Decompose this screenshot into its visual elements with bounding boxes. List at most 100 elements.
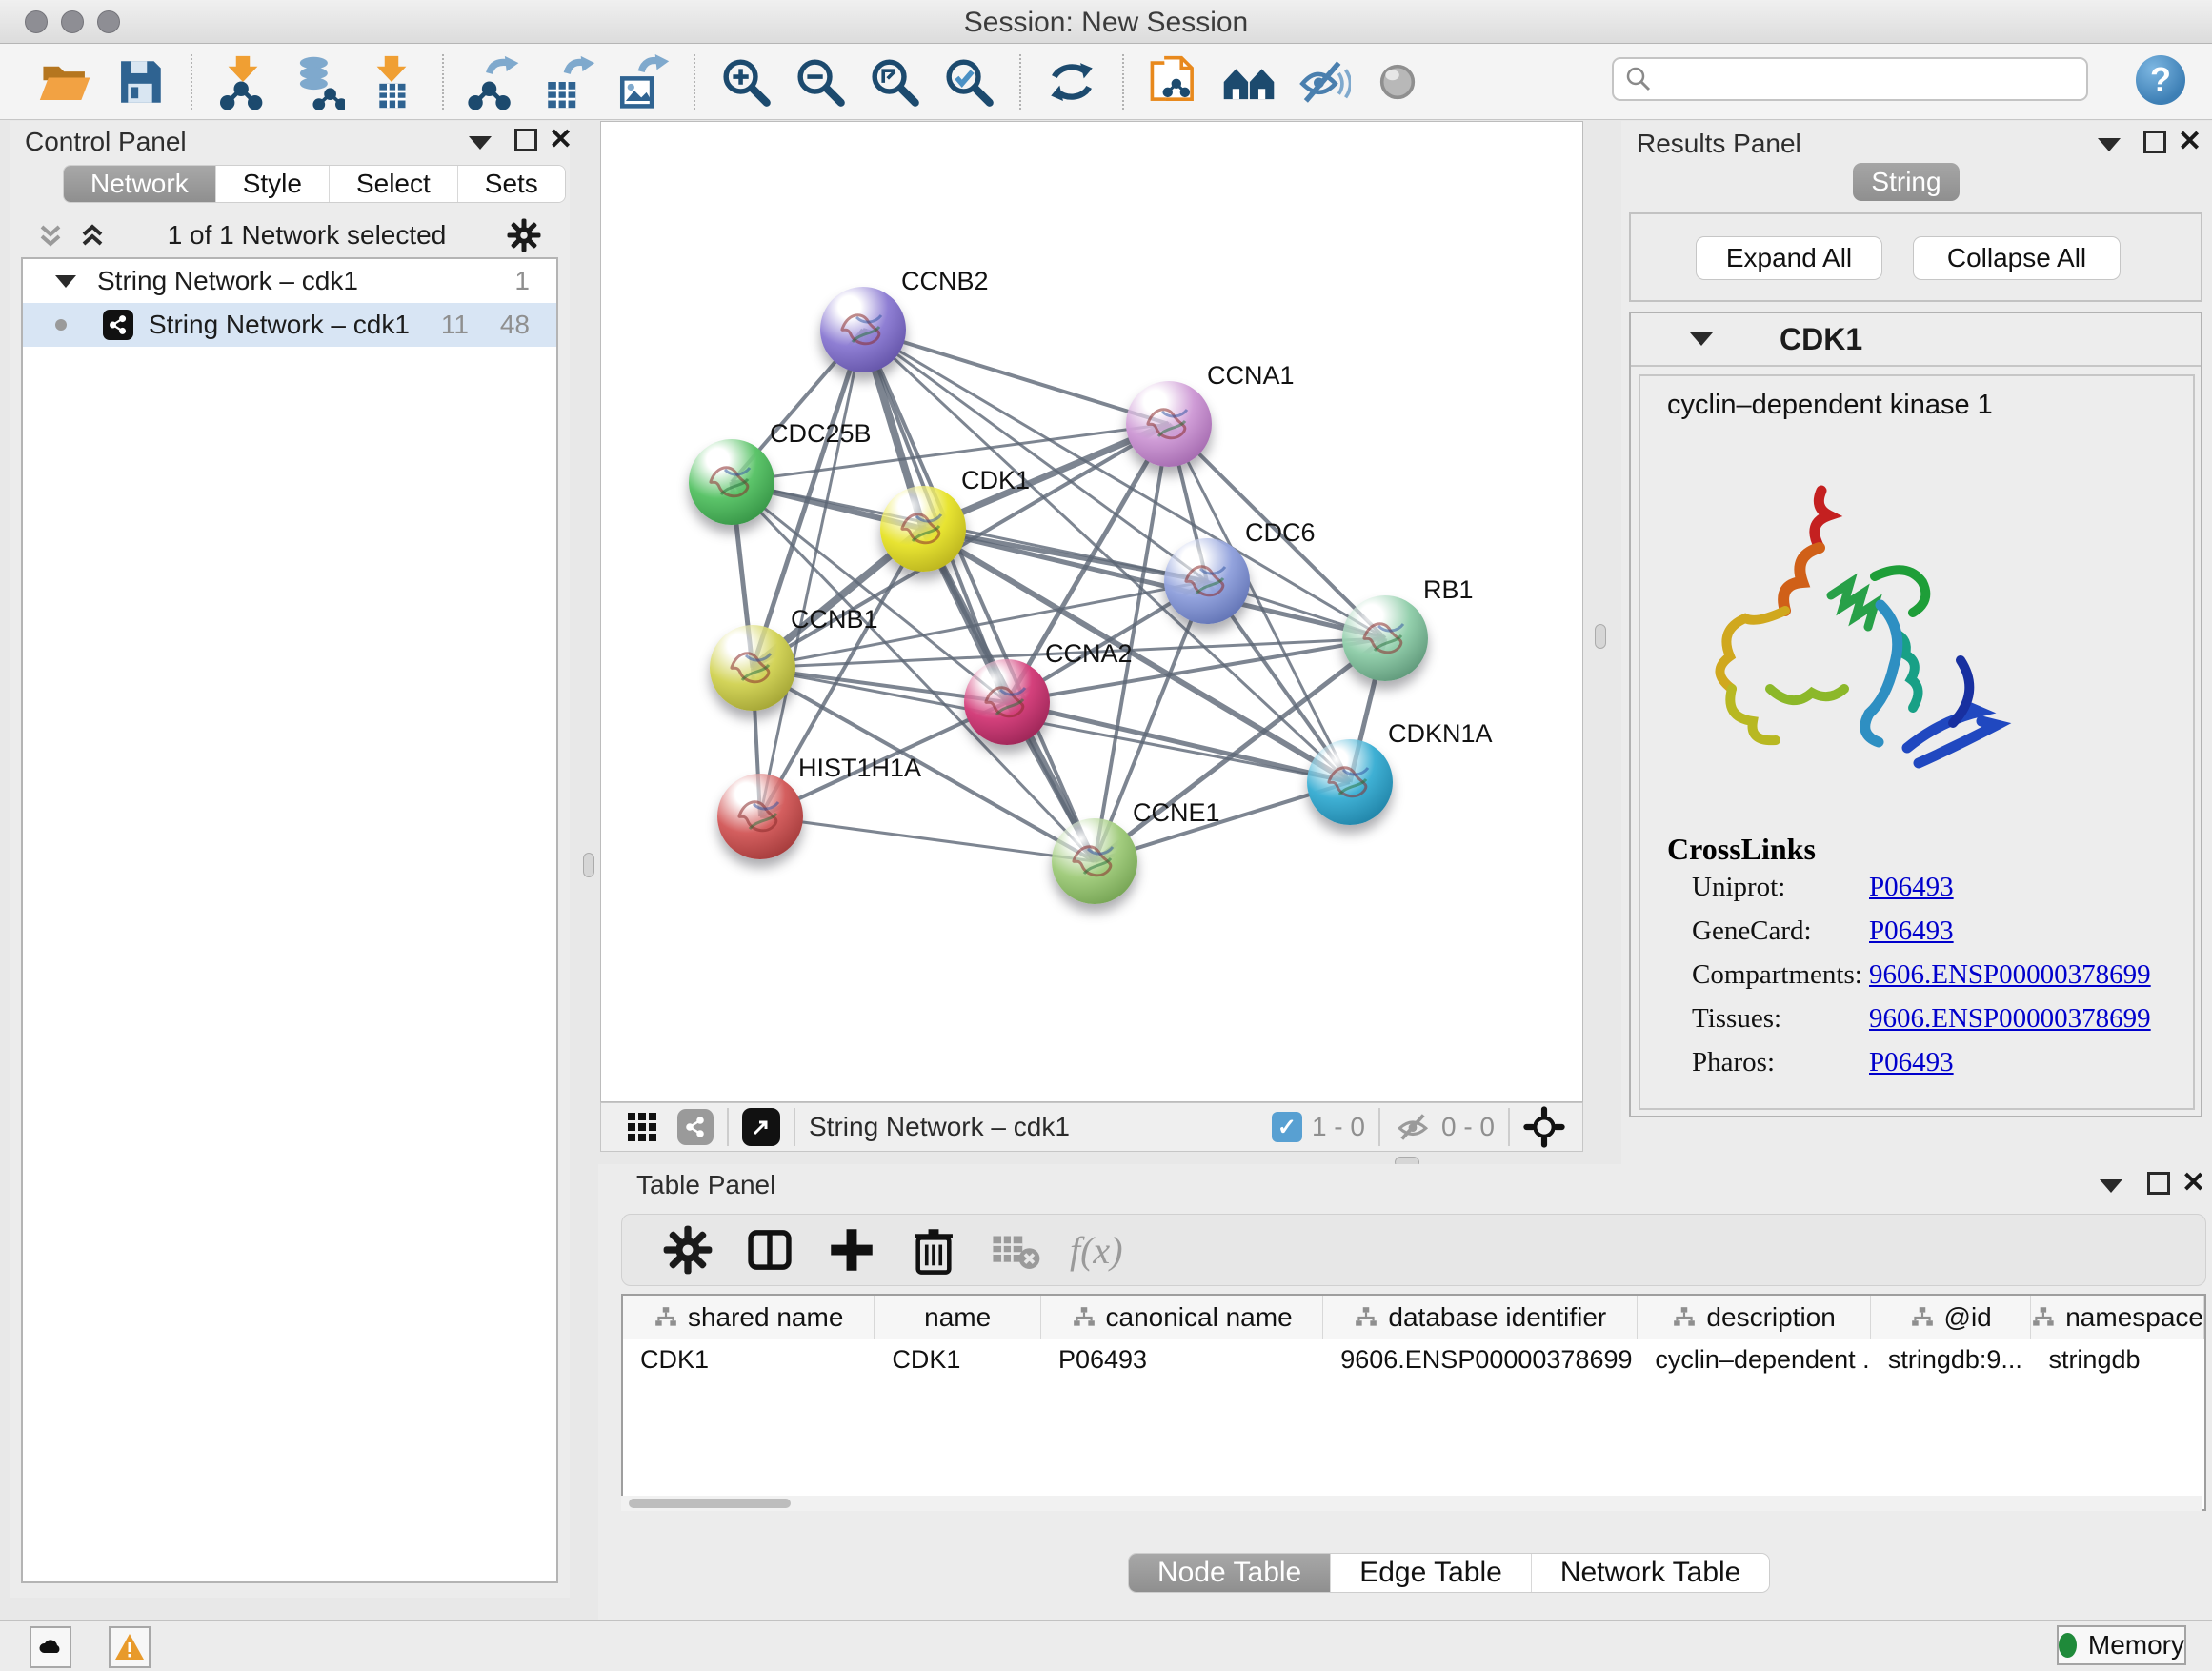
tab-select[interactable]: Select [330, 166, 458, 202]
close-panel-icon[interactable]: ✕ [549, 123, 573, 156]
memory-button[interactable]: Memory [2057, 1625, 2186, 1665]
expand-all-icon[interactable] [76, 219, 109, 252]
cloud-status-button[interactable] [30, 1626, 71, 1668]
node-CCNA2[interactable] [964, 659, 1050, 745]
float-panel-icon[interactable] [2143, 131, 2166, 153]
expand-all-button[interactable]: Expand All [1696, 236, 1882, 280]
export-table-button[interactable] [537, 50, 600, 113]
gear-icon[interactable] [505, 216, 543, 254]
network-row[interactable]: String Network – cdk1 11 48 [23, 303, 556, 347]
crosslink-link[interactable]: P06493 [1869, 916, 1954, 959]
current-network-title: String Network – cdk1 [809, 1112, 1070, 1142]
refresh-button[interactable] [1040, 50, 1103, 113]
show-columns-button[interactable] [738, 1218, 801, 1281]
tree-expand-icon[interactable] [55, 275, 76, 288]
crosslink-link[interactable]: P06493 [1869, 1047, 1954, 1091]
column-header-canonical-name[interactable]: canonical name [1041, 1296, 1323, 1339]
table-h-scrollbar[interactable] [621, 1496, 2202, 1511]
zoom-out-button[interactable] [789, 50, 852, 113]
tab-node-table[interactable]: Node Table [1129, 1554, 1331, 1592]
column-header-shared-name[interactable]: shared name [623, 1296, 875, 1339]
search-field[interactable] [1612, 57, 2088, 101]
tab-style[interactable]: Style [216, 166, 330, 202]
zoom-fit-button[interactable] [863, 50, 926, 113]
tab-sets[interactable]: Sets [458, 166, 565, 202]
collapse-panel-icon[interactable] [2100, 1179, 2122, 1193]
homes-icon [1221, 54, 1277, 110]
node-CCNA1[interactable] [1126, 381, 1212, 467]
section-expand-icon[interactable] [1690, 332, 1713, 346]
save-session-button[interactable] [109, 50, 171, 113]
string-home-button[interactable] [1217, 50, 1280, 113]
node-CDK1[interactable] [880, 486, 966, 572]
collapse-panel-icon[interactable] [469, 136, 492, 150]
collapse-all-button[interactable]: Collapse All [1913, 236, 2121, 280]
crosslink-link[interactable]: 9606.ENSP00000378699 [1869, 959, 2151, 1003]
import-network-button[interactable] [211, 50, 274, 113]
warning-status-button[interactable] [109, 1626, 151, 1668]
node-table[interactable]: shared namenamecanonical namedatabase id… [621, 1294, 2206, 1511]
open-session-button[interactable] [34, 50, 97, 113]
node-CDKN1A[interactable] [1307, 739, 1393, 825]
export-image-button[interactable] [612, 50, 674, 113]
tab-edge-table[interactable]: Edge Table [1331, 1554, 1532, 1592]
import-table-button[interactable] [360, 50, 423, 113]
close-panel-icon[interactable]: ✕ [2182, 1166, 2205, 1199]
collapse-all-icon[interactable] [34, 219, 67, 252]
grid-view-icon[interactable] [624, 1109, 660, 1145]
node-CCNB2[interactable] [820, 287, 906, 372]
node-CCNE1[interactable] [1052, 818, 1137, 904]
function-builder-button[interactable]: f(x) [1070, 1228, 1123, 1273]
show-view-button[interactable] [1366, 50, 1429, 113]
column-header-description[interactable]: description [1638, 1296, 1870, 1339]
node-HIST1H1A[interactable] [717, 774, 803, 859]
node-CCNB1[interactable] [710, 625, 795, 711]
column-header--id[interactable]: @id [1871, 1296, 2032, 1339]
tab-network[interactable]: Network [64, 166, 216, 202]
left-splitter-handle[interactable] [583, 853, 594, 877]
network-view-share-icon[interactable] [677, 1109, 714, 1145]
selected-checkbox-icon[interactable]: ✓ [1272, 1112, 1302, 1142]
crosslink-link[interactable]: 9606.ENSP00000378699 [1869, 1003, 2151, 1047]
column-header-namespace[interactable]: namespace [2031, 1296, 2204, 1339]
delete-table-button[interactable] [984, 1218, 1047, 1281]
float-panel-icon[interactable] [2147, 1172, 2170, 1195]
gene-section-header[interactable]: CDK1 [1631, 313, 2201, 367]
separator [794, 1108, 795, 1146]
delete-table-icon [988, 1222, 1043, 1278]
open-in-new-window-icon[interactable] [742, 1108, 780, 1146]
share-document-button[interactable] [1143, 50, 1206, 113]
table-row[interactable]: CDK1CDK1P064939606.ENSP00000378699cyclin… [623, 1339, 2204, 1383]
zoom-in-button[interactable] [714, 50, 777, 113]
table-settings-button[interactable] [656, 1218, 719, 1281]
hide-glasses-icon [1296, 54, 1351, 110]
column-header-database-identifier[interactable]: database identifier [1323, 1296, 1638, 1339]
zoom-selected-button[interactable] [937, 50, 1000, 113]
export-network-button[interactable] [463, 50, 526, 113]
node-RB1[interactable] [1342, 595, 1428, 681]
tab-network-table[interactable]: Network Table [1532, 1554, 1770, 1592]
tab-string[interactable]: String [1853, 163, 1960, 201]
collapse-panel-icon[interactable] [2098, 138, 2121, 151]
import-network-database-button[interactable] [286, 50, 349, 113]
add-column-button[interactable] [820, 1218, 883, 1281]
help-button[interactable]: ? [2136, 55, 2185, 105]
close-panel-icon[interactable]: ✕ [2178, 125, 2202, 158]
scrollbar-thumb[interactable] [629, 1499, 791, 1508]
control-panel-title: Control Panel [25, 127, 187, 157]
node-label-CCNE1: CCNE1 [1133, 798, 1220, 828]
float-panel-icon[interactable] [514, 129, 537, 151]
delete-column-button[interactable] [902, 1218, 965, 1281]
node-CDC6[interactable] [1164, 538, 1250, 624]
node-CDC25B[interactable] [689, 439, 774, 525]
table-cell: cyclin–dependent ... [1638, 1339, 1870, 1383]
crosslink-link[interactable]: P06493 [1869, 872, 1954, 916]
right-splitter-handle[interactable] [1595, 624, 1606, 649]
search-input[interactable] [1652, 65, 2061, 94]
column-header-name[interactable]: name [875, 1296, 1041, 1339]
network-canvas[interactable]: CCNB2CCNA1CDC25BCDK1CDC6RB1CCNB1CCNA2CDK… [600, 121, 1583, 1102]
birdseye-icon[interactable] [1523, 1106, 1565, 1148]
network-collection-row[interactable]: String Network – cdk1 1 [23, 259, 556, 303]
hide-labels-button[interactable] [1292, 50, 1355, 113]
crosslink-row: GeneCard:P06493 [1692, 916, 2187, 959]
